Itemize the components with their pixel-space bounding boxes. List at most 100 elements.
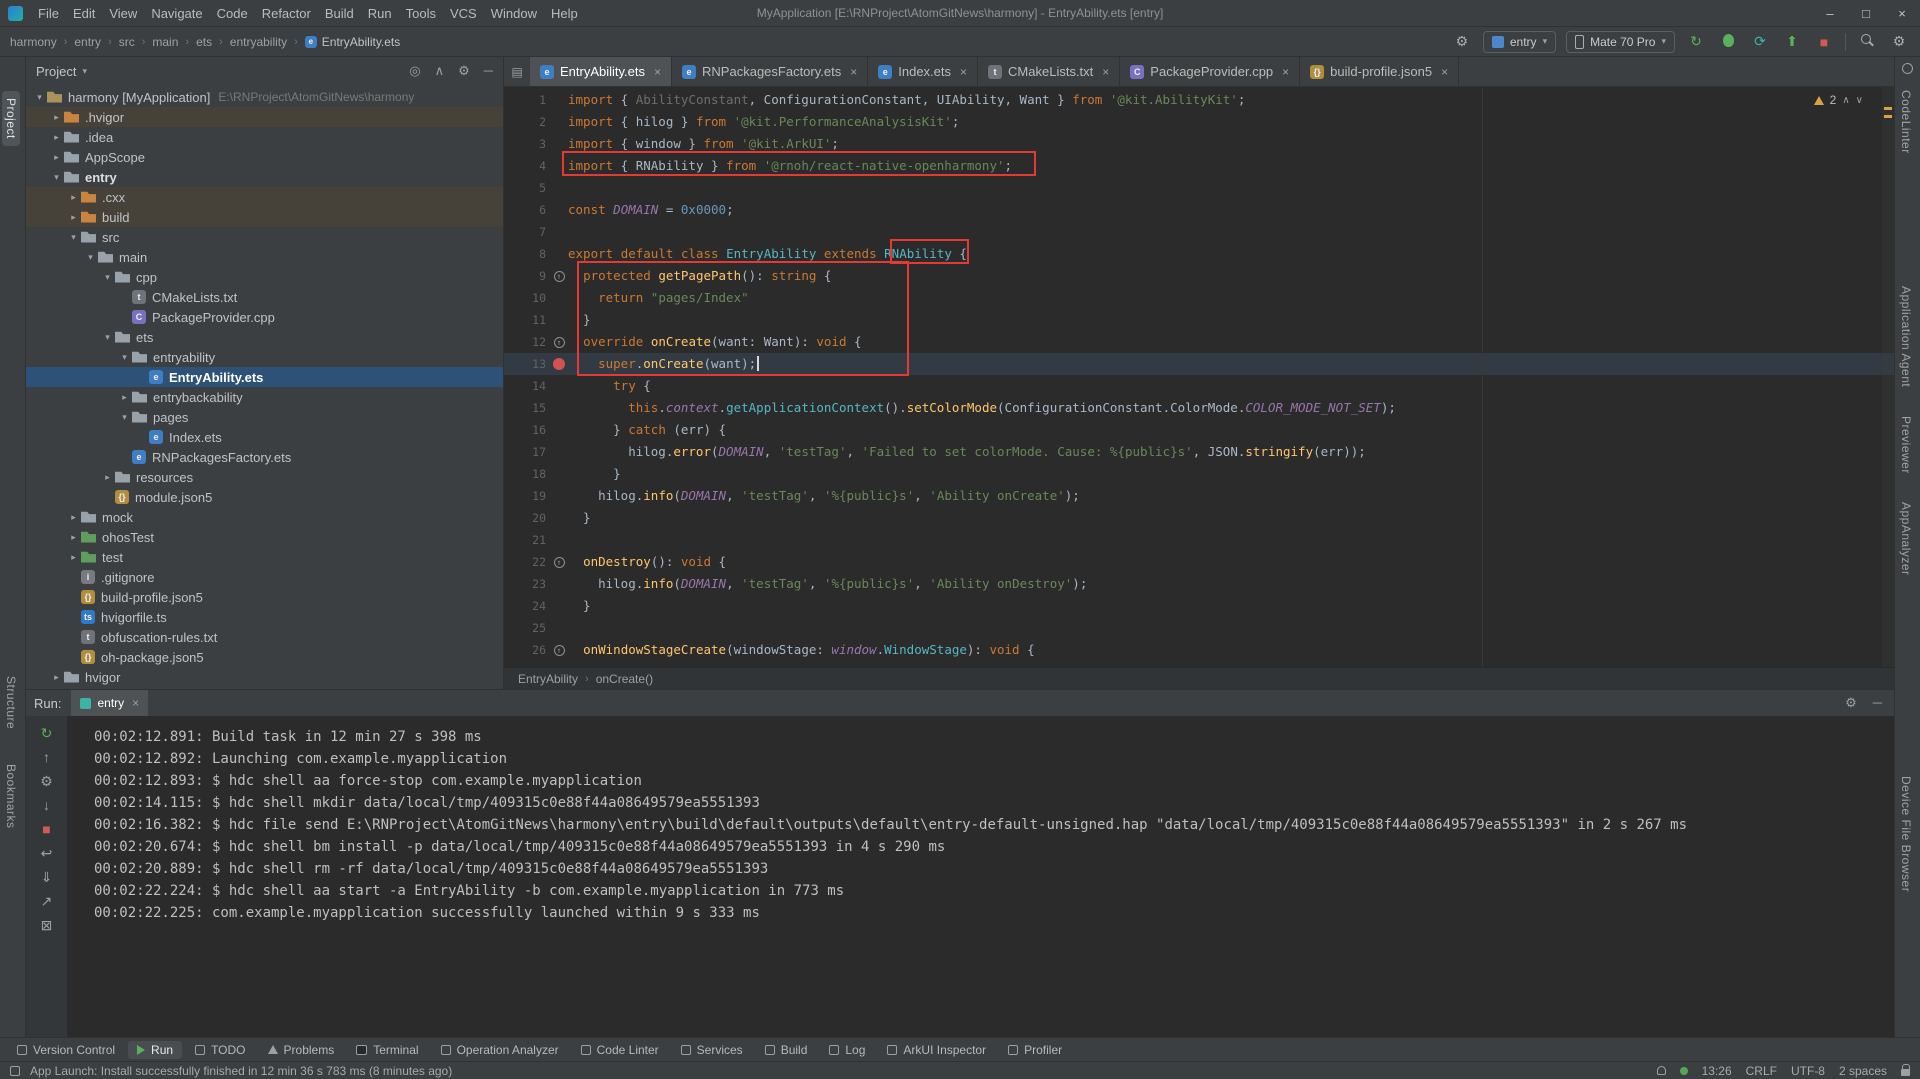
debug-app-button[interactable] [1717, 34, 1739, 50]
code-line-22[interactable]: 22↑ onDestroy(): void { [504, 551, 1894, 573]
hot-reload-button[interactable]: ⟳ [1749, 33, 1771, 50]
override-marker[interactable]: ↑ [550, 645, 568, 656]
code-line-7[interactable]: 7 [504, 221, 1894, 243]
code-line-1[interactable]: 1import { AbilityConstant, Configuration… [504, 89, 1894, 111]
line-number[interactable]: 23 [504, 573, 550, 595]
tool-button-todo[interactable]: TODO [186, 1041, 254, 1059]
breadcrumb-item-entryability[interactable]: entryability [230, 35, 287, 49]
menu-help[interactable]: Help [544, 3, 585, 24]
up-stack-icon[interactable]: ↑ [43, 750, 50, 765]
line-number[interactable]: 17 [504, 441, 550, 463]
tree-item-hvigor[interactable]: ▸hvigor [26, 667, 503, 687]
notifications-icon[interactable] [1657, 1066, 1666, 1075]
tool-stripe-previewer[interactable]: Previewer [1897, 409, 1915, 481]
settings-sync-icon[interactable]: ⚙ [1451, 33, 1473, 50]
editor-breadcrumb-item[interactable]: EntryAbility [518, 672, 578, 686]
code-line-12[interactable]: 12↑ override onCreate(want: Want): void … [504, 331, 1894, 353]
breadcrumb-item-harmony[interactable]: harmony [10, 35, 57, 49]
menu-edit[interactable]: Edit [66, 3, 102, 24]
tree-chevron-icon[interactable]: ▾ [100, 332, 115, 343]
tree-item-hvigorfile-ts[interactable]: hvigorfile.ts [26, 607, 503, 627]
line-number[interactable]: 22 [504, 551, 550, 573]
line-number[interactable]: 5 [504, 177, 550, 199]
menu-window[interactable]: Window [484, 3, 544, 24]
code-line-11[interactable]: 11 } [504, 309, 1894, 331]
tree-chevron-icon[interactable]: ▾ [117, 352, 132, 363]
line-ending-indicator[interactable]: CRLF [1746, 1064, 1777, 1078]
tool-button-run[interactable]: Run [128, 1041, 182, 1059]
tool-stripe-application-agent[interactable]: Application Agent [1897, 279, 1915, 394]
menu-tools[interactable]: Tools [399, 3, 443, 24]
line-number[interactable]: 16 [504, 419, 550, 441]
rerun-app-button[interactable]: ↻ [1685, 33, 1707, 50]
settings-icon[interactable]: ⚙ [1888, 33, 1910, 50]
close-tab-icon[interactable]: × [654, 65, 661, 79]
tree-item-entryability[interactable]: ▾entryability [26, 347, 503, 367]
close-tab-icon[interactable]: × [1102, 65, 1109, 79]
code-line-23[interactable]: 23 hilog.info(DOMAIN, 'testTag', '%{publ… [504, 573, 1894, 595]
menu-code[interactable]: Code [210, 3, 255, 24]
tree-chevron-icon[interactable]: ▾ [49, 172, 64, 183]
tree-item-index-ets[interactable]: Index.ets [26, 427, 503, 447]
code-line-14[interactable]: 14 try { [504, 375, 1894, 397]
notifications-icon[interactable] [1902, 63, 1913, 74]
attach-debugger-button[interactable]: ⬆ [1781, 33, 1803, 50]
code-line-5[interactable]: 5 [504, 177, 1894, 199]
tree-item-cpp[interactable]: ▾cpp [26, 267, 503, 287]
tree-chevron-icon[interactable]: ▸ [49, 112, 64, 123]
editor-breadcrumb-item[interactable]: onCreate() [596, 672, 653, 686]
code-line-2[interactable]: 2import { hilog } from '@kit.Performance… [504, 111, 1894, 133]
tool-button-build[interactable]: Build [756, 1041, 817, 1059]
code-line-19[interactable]: 19 hilog.info(DOMAIN, 'testTag', '%{publ… [504, 485, 1894, 507]
line-number[interactable]: 25 [504, 617, 550, 639]
menu-run[interactable]: Run [361, 3, 399, 24]
code-line-18[interactable]: 18 } [504, 463, 1894, 485]
line-number[interactable]: 14 [504, 375, 550, 397]
tree-chevron-icon[interactable]: ▸ [49, 132, 64, 143]
editor-tab-list-icon[interactable]: ▤ [504, 57, 530, 86]
line-number[interactable]: 6 [504, 199, 550, 221]
tree-item-harmony-myapplication[interactable]: ▾harmony [MyApplication]E:\RNProject\Ato… [26, 87, 503, 107]
line-number[interactable]: 18 [504, 463, 550, 485]
tree-chevron-icon[interactable]: ▸ [100, 472, 115, 483]
tool-button-terminal[interactable]: Terminal [347, 1041, 427, 1059]
line-number[interactable]: 7 [504, 221, 550, 243]
line-number[interactable]: 10 [504, 287, 550, 309]
breadcrumb-item-entry[interactable]: entry [74, 35, 101, 49]
tab-cmakelists-txt[interactable]: CMakeLists.txt× [978, 57, 1120, 86]
locate-file-icon[interactable]: ◎ [409, 63, 420, 79]
tree-item-build[interactable]: ▸build [26, 207, 503, 227]
code-line-10[interactable]: 10 return "pages/Index" [504, 287, 1894, 309]
tree-item-test[interactable]: ▸test [26, 547, 503, 567]
rerun-button[interactable]: ↻ [41, 726, 53, 741]
tree-item-main[interactable]: ▾main [26, 247, 503, 267]
tree-chevron-icon[interactable]: ▾ [117, 412, 132, 423]
tree-item-cxx[interactable]: ▸.cxx [26, 187, 503, 207]
breakpoint-gutter[interactable] [550, 358, 568, 370]
line-number[interactable]: 26 [504, 639, 550, 661]
line-number[interactable]: 12 [504, 331, 550, 353]
code-line-26[interactable]: 26↑ onWindowStageCreate(windowStage: win… [504, 639, 1894, 661]
tool-button-code-linter[interactable]: Code Linter [572, 1041, 668, 1059]
scroll-to-end-icon[interactable]: ⇓ [41, 870, 53, 885]
tab-index-ets[interactable]: Index.ets× [868, 57, 978, 86]
tree-chevron-icon[interactable]: ▸ [49, 672, 64, 683]
tool-button-profiler[interactable]: Profiler [999, 1041, 1071, 1059]
tool-button-operation-analyzer[interactable]: Operation Analyzer [432, 1041, 568, 1059]
line-number[interactable]: 2 [504, 111, 550, 133]
tree-item-rnpackagesfactory-ets[interactable]: RNPackagesFactory.ets [26, 447, 503, 467]
tree-item-module-json5[interactable]: module.json5 [26, 487, 503, 507]
code-line-24[interactable]: 24 } [504, 595, 1894, 617]
tree-item-ohostest[interactable]: ▸ohosTest [26, 527, 503, 547]
tool-stripe-bookmarks[interactable]: Bookmarks [2, 757, 20, 836]
tool-stripe-codelinter[interactable]: CodeLinter [1897, 83, 1915, 161]
code-line-15[interactable]: 15 this.context.getApplicationContext().… [504, 397, 1894, 419]
next-issue-icon[interactable]: ∨ [1856, 95, 1863, 106]
line-number[interactable]: 1 [504, 89, 550, 111]
breadcrumb-item-entryability-ets[interactable]: EntryAbility.ets [305, 35, 400, 49]
menu-view[interactable]: View [102, 3, 144, 24]
tree-item-src[interactable]: ▾src [26, 227, 503, 247]
line-number[interactable]: 24 [504, 595, 550, 617]
tree-chevron-icon[interactable]: ▾ [83, 252, 98, 263]
soft-wrap-icon[interactable]: ↩ [41, 846, 53, 861]
